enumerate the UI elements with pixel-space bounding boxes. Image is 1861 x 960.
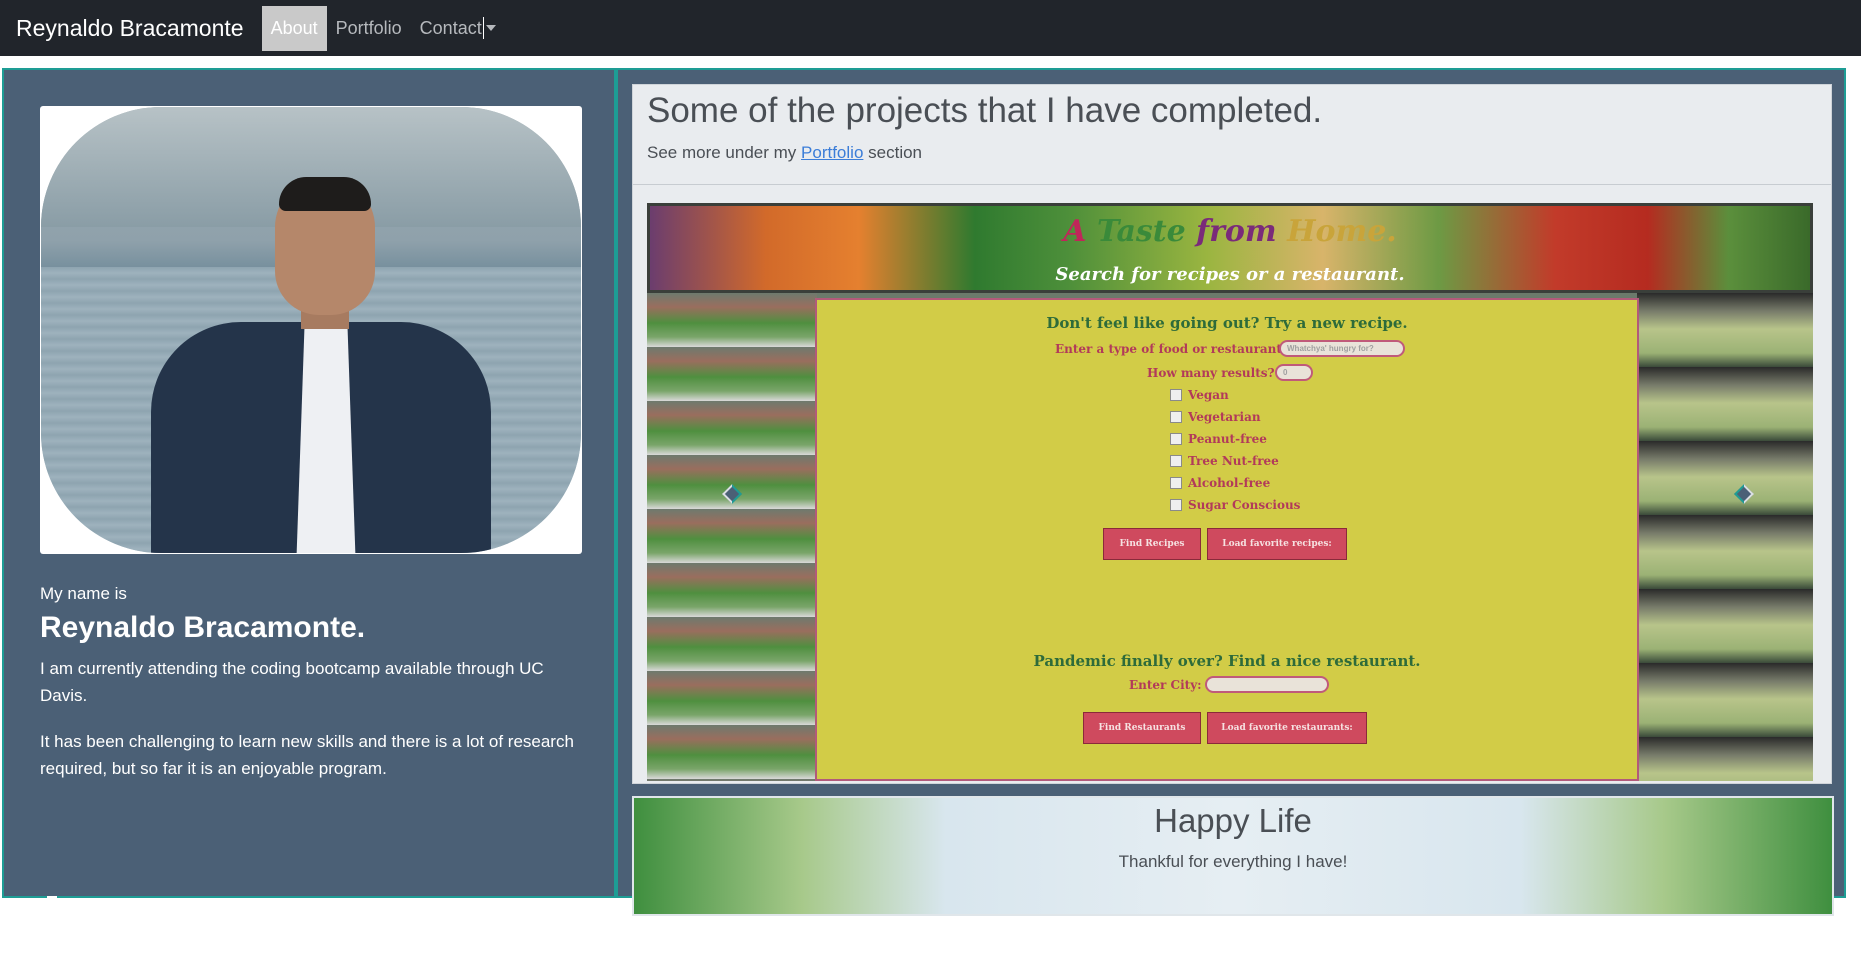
- slide-form-panel: Don't feel like going out? Try a new rec…: [815, 298, 1639, 781]
- profile-panel: My name is Reynaldo Bracamonte. I am cur…: [2, 68, 616, 960]
- photo-hair: [279, 177, 371, 211]
- happy-life-card: Happy Life Thankful for everything I hav…: [632, 796, 1834, 916]
- checkbox-label: Vegan: [1188, 388, 1229, 402]
- house-icon: [40, 942, 59, 960]
- checkbox-vegetarian[interactable]: Vegetarian: [1170, 410, 1261, 424]
- info-occupation-text: Customer Service Professional with Web D…: [66, 895, 521, 914]
- nav-about[interactable]: About: [261, 5, 327, 51]
- brand[interactable]: Reynaldo Bracamonte: [16, 15, 244, 42]
- nav-contact-label: Contact: [419, 17, 482, 38]
- briefcase-icon: [40, 896, 60, 913]
- projects-title: Some of the projects that I have complet…: [647, 91, 1323, 130]
- find-restaurants-button[interactable]: Find Restaurants: [1083, 712, 1201, 744]
- happy-title: Happy Life: [1154, 802, 1312, 839]
- profile-name: Reynaldo Bracamonte.: [40, 611, 366, 644]
- food-label: Enter a type of food or restaurant:: [1055, 342, 1287, 356]
- profile-intro: My name is: [40, 584, 127, 603]
- slide-bg-left: [647, 293, 817, 781]
- text-cursor: [482, 17, 484, 39]
- checkbox[interactable]: [1170, 477, 1182, 489]
- checkbox[interactable]: [1170, 455, 1182, 467]
- recipe-heading: Don't feel like going out? Try a new rec…: [1046, 314, 1408, 332]
- checkbox[interactable]: [1170, 411, 1182, 423]
- load-restaurants-button[interactable]: Load favorite restaurants:: [1207, 712, 1367, 744]
- projects-subtitle: See more under my Portfolio section: [647, 143, 922, 163]
- slide-title-word-2: Taste: [1096, 214, 1186, 249]
- food-input[interactable]: Whatchya' hungry for?: [1279, 340, 1405, 357]
- slide-title-word-4: Home.: [1287, 214, 1397, 249]
- city-label: Enter City:: [1129, 678, 1202, 692]
- nav-portfolio[interactable]: Portfolio: [327, 6, 411, 51]
- projects-sub-suffix: section: [868, 143, 923, 162]
- checkbox-label: Alcohol-free: [1188, 476, 1271, 490]
- projects-sub-prefix: See more under my: [647, 143, 797, 162]
- checkbox[interactable]: [1170, 389, 1182, 401]
- checkbox-tree-nut-free[interactable]: Tree Nut-free: [1170, 454, 1279, 468]
- results-label: How many results?: [1147, 366, 1275, 380]
- nav-contact-dropdown[interactable]: Contact: [411, 6, 505, 51]
- info-location: Tracy, CA: [40, 940, 138, 960]
- info-occupation: Customer Service Professional with Web D…: [40, 895, 520, 915]
- slide-title-word-3: from: [1196, 214, 1277, 249]
- checkbox-sugar-conscious[interactable]: Sugar Conscious: [1170, 498, 1300, 512]
- navbar: Reynaldo Bracamonte About Portfolio Cont…: [0, 0, 1861, 56]
- slide-bg-right: [1637, 293, 1813, 781]
- profile-paragraph-2: It has been challenging to learn new ski…: [40, 732, 574, 778]
- results-input[interactable]: 0: [1275, 364, 1313, 381]
- photo-shirt: [296, 312, 356, 553]
- checkbox-label: Tree Nut-free: [1188, 454, 1279, 468]
- profile-paragraph-1: I am currently attending the coding boot…: [40, 659, 544, 705]
- portfolio-link[interactable]: Portfolio: [801, 143, 863, 162]
- profile-photo: [41, 107, 581, 553]
- city-input[interactable]: [1205, 676, 1329, 693]
- project-carousel[interactable]: A Taste from Home. Search for recipes or…: [647, 203, 1813, 781]
- checkbox-peanut-free[interactable]: Peanut-free: [1170, 432, 1267, 446]
- happy-subtitle: Thankful for everything I have!: [1118, 852, 1348, 871]
- slide-title: A Taste from Home.: [650, 214, 1810, 249]
- slide-subtitle: Search for recipes or a restaurant.: [1055, 264, 1405, 285]
- profile-photo-frame: [40, 106, 582, 554]
- checkbox-label: Vegetarian: [1188, 410, 1261, 424]
- projects-card: Some of the projects that I have complet…: [632, 84, 1832, 784]
- load-recipes-button[interactable]: Load favorite recipes:: [1207, 528, 1347, 560]
- checkbox[interactable]: [1170, 433, 1182, 445]
- caret-down-icon: [485, 25, 496, 31]
- info-location-text: Tracy, CA: [64, 940, 138, 959]
- checkbox-label: Peanut-free: [1188, 432, 1267, 446]
- checkbox[interactable]: [1170, 499, 1182, 511]
- slide-banner: A Taste from Home. Search for recipes or…: [647, 203, 1813, 293]
- restaurant-heading: Pandemic finally over? Find a nice resta…: [1033, 652, 1421, 670]
- find-recipes-button[interactable]: Find Recipes: [1103, 528, 1201, 560]
- slide-title-word-1: A: [1063, 214, 1087, 249]
- divider: [633, 184, 1831, 185]
- projects-panel: Some of the projects that I have complet…: [616, 68, 1846, 916]
- checkbox-alcohol-free[interactable]: Alcohol-free: [1170, 476, 1270, 490]
- checkbox-label: Sugar Conscious: [1188, 498, 1301, 512]
- checkbox-vegan[interactable]: Vegan: [1170, 388, 1229, 402]
